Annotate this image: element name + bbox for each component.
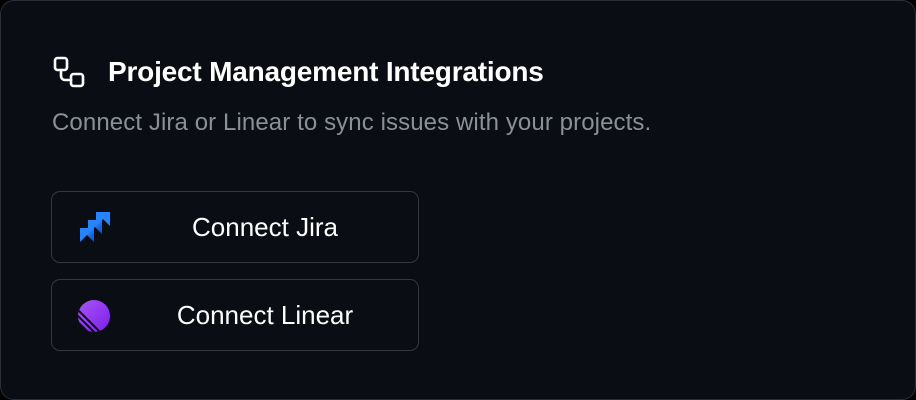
card-title: Project Management Integrations xyxy=(108,56,544,87)
connect-jira-label: Connect Jira xyxy=(192,211,338,242)
linear-icon xyxy=(76,298,112,334)
connect-linear-label: Connect Linear xyxy=(176,299,354,330)
integrations-card: Project Management Integrations Connect … xyxy=(0,0,916,400)
card-subtitle: Connect Jira or Linear to sync issues wi… xyxy=(52,109,652,136)
card-header: Project Management Integrations xyxy=(52,53,544,91)
jira-icon xyxy=(76,210,112,246)
connect-linear-button[interactable]: Connect Linear xyxy=(51,279,419,351)
workflow-icon xyxy=(52,54,88,90)
connect-jira-button[interactable]: Connect Jira xyxy=(51,191,419,263)
